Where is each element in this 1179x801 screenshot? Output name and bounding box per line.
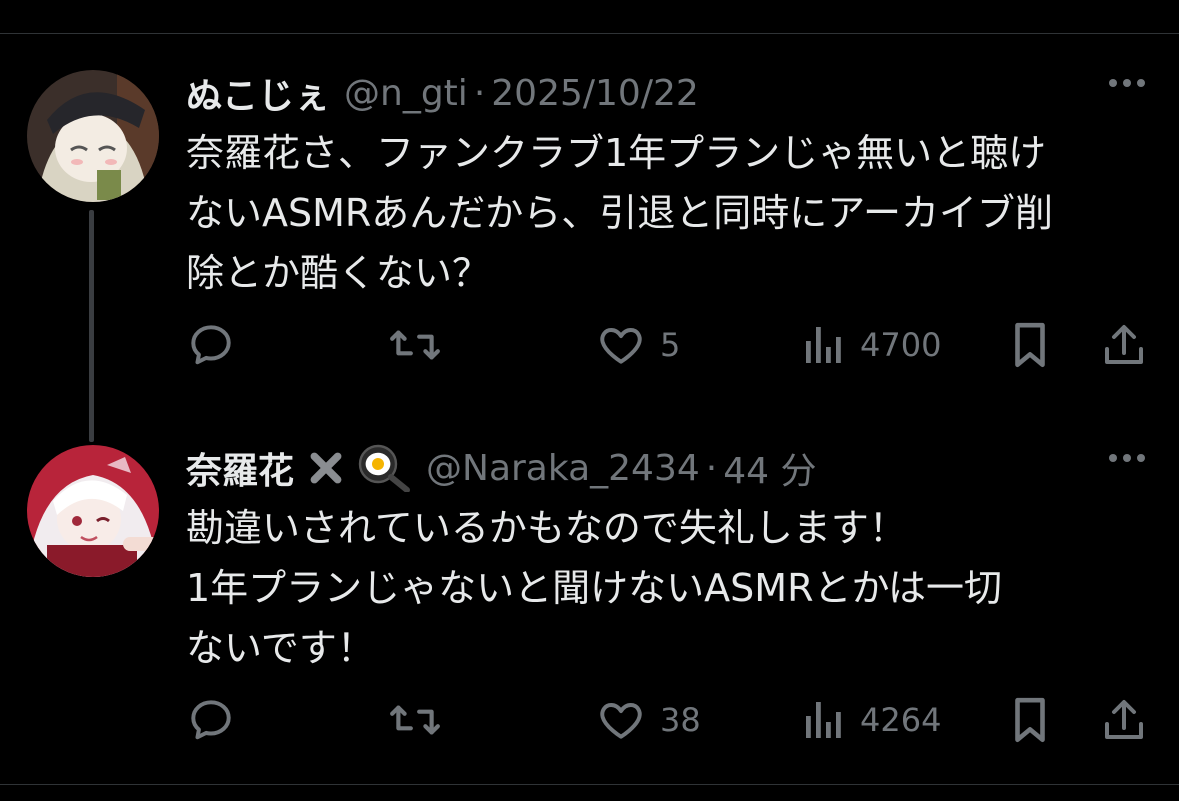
reply-button[interactable] xyxy=(186,692,250,748)
heart-icon xyxy=(600,703,642,739)
timestamp[interactable]: 44 分 xyxy=(723,442,816,494)
retweet-icon xyxy=(390,705,440,735)
tweet-text-line: ないです！ xyxy=(186,626,375,670)
like-count: 38 xyxy=(660,701,701,739)
share-button[interactable] xyxy=(1100,692,1148,748)
tweet-text-line: 除とか酷くない？ xyxy=(186,251,491,295)
tweet-text: 勘違いされているかもなので失礼します！ 1年プランじゃないと聞けないASMRとか… xyxy=(186,498,1161,678)
share-button[interactable] xyxy=(1100,317,1148,373)
action-bar: 5 4700 xyxy=(186,317,1151,373)
separator-dot: · xyxy=(473,72,486,114)
like-button[interactable]: 5 xyxy=(596,317,680,373)
thread-connector-line xyxy=(89,210,94,442)
bookmark-button[interactable] xyxy=(1008,317,1052,373)
bottom-divider xyxy=(0,784,1179,785)
name-badges xyxy=(306,444,412,492)
views-chart-icon xyxy=(806,327,841,363)
top-divider xyxy=(0,33,1179,34)
separator-dot: · xyxy=(705,447,718,489)
user-handle[interactable]: @Naraka_2434 xyxy=(426,448,700,489)
views-chart-icon xyxy=(806,702,841,738)
tweet-header: ぬこじぇ @n_gti · 2025/10/22 xyxy=(186,65,699,121)
tweet-text: 奈羅花さ、ファンクラブ1年プランじゃ無いと聴け ないASMRあんだから、引退と同… xyxy=(186,123,1161,303)
view-count: 4700 xyxy=(860,326,942,364)
user-handle[interactable]: @n_gti xyxy=(344,73,468,114)
tweet-text-line: 1年プランじゃないと聞けないASMRとかは一切 xyxy=(186,566,1002,610)
timestamp[interactable]: 2025/10/22 xyxy=(491,73,699,114)
cross-mark-icon xyxy=(310,452,342,484)
like-button[interactable]: 38 xyxy=(596,692,701,748)
heart-icon xyxy=(600,328,642,364)
reply-icon xyxy=(191,325,231,365)
tweet-text-line: ないASMRあんだから、引退と同時にアーカイブ削 xyxy=(186,191,1054,235)
more-options-icon[interactable] xyxy=(1109,454,1145,462)
views-button[interactable]: 4264 xyxy=(802,692,941,748)
reply-button[interactable] xyxy=(186,317,250,373)
retweet-button[interactable] xyxy=(388,692,456,748)
more-options-icon[interactable] xyxy=(1109,79,1145,87)
bookmark-icon xyxy=(1015,697,1045,743)
tweet-thread: ぬこじぇ @n_gti · 2025/10/22 奈羅花さ、ファンクラブ1年プラ… xyxy=(0,0,1179,801)
retweet-button[interactable] xyxy=(388,317,456,373)
tweet-text-line: 勘違いされているかもなので失礼します！ xyxy=(186,506,907,550)
frying-pan-egg-icon xyxy=(358,444,411,492)
display-name[interactable]: 奈羅花 xyxy=(186,442,294,494)
avatar-n-gti[interactable] xyxy=(27,70,159,202)
display-name[interactable]: ぬこじぇ xyxy=(186,67,330,119)
retweet-icon xyxy=(390,330,440,360)
reply-icon xyxy=(191,700,231,740)
bookmark-icon xyxy=(1015,322,1045,368)
share-icon xyxy=(1105,700,1143,739)
avatar-naraka[interactable] xyxy=(27,445,159,577)
like-count: 5 xyxy=(660,326,681,364)
bookmark-button[interactable] xyxy=(1008,692,1052,748)
tweet-text-line: 奈羅花さ、ファンクラブ1年プランじゃ無いと聴け xyxy=(186,131,1047,175)
action-bar: 38 4264 xyxy=(186,692,1151,748)
avatar-image xyxy=(27,70,159,202)
share-icon xyxy=(1105,325,1143,364)
views-button[interactable]: 4700 xyxy=(802,317,941,373)
tweet-header: 奈羅花 @Naraka_2434 · 44 分 xyxy=(186,440,816,496)
view-count: 4264 xyxy=(860,701,942,739)
avatar-image xyxy=(27,445,159,577)
